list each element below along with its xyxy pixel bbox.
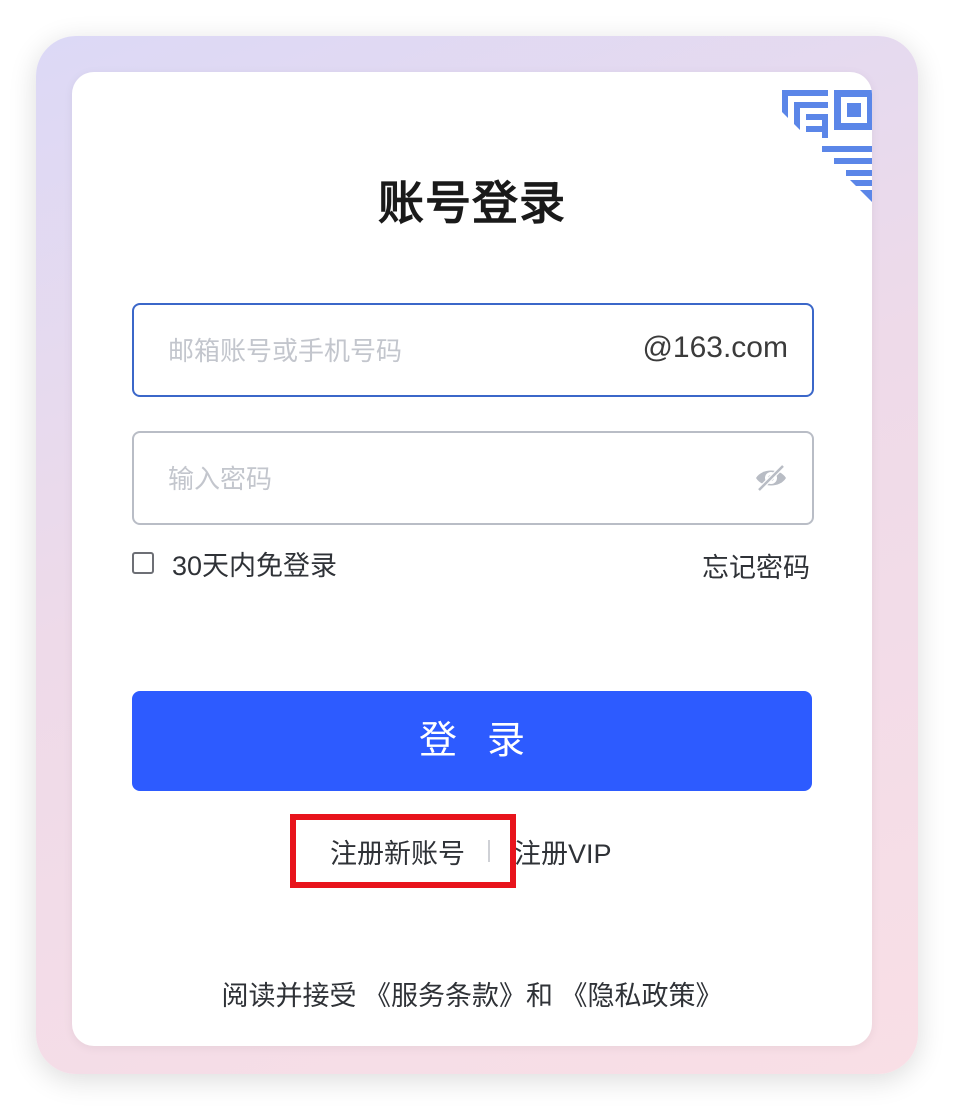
terms-of-service-link[interactable]: 《服务条款》 bbox=[364, 981, 526, 1011]
account-input[interactable] bbox=[166, 305, 630, 397]
password-input[interactable] bbox=[166, 433, 630, 525]
agreement-text: 阅读并接受 《服务条款》和 《隐私政策》 bbox=[72, 974, 872, 1013]
domain-suffix: @163.com bbox=[642, 331, 788, 364]
privacy-policy-link[interactable]: 《隐私政策》 bbox=[561, 981, 723, 1011]
remember-checkbox[interactable] bbox=[132, 552, 154, 574]
account-field[interactable]: @163.com bbox=[132, 303, 814, 397]
login-panel: 账号登录 @163.com 30天内免登录 忘记密码 登录 注册新账号 注册VI… bbox=[72, 72, 872, 1046]
eye-slash-icon[interactable] bbox=[754, 463, 788, 493]
register-vip-link[interactable]: 注册VIP bbox=[514, 832, 612, 871]
remember-login-option[interactable]: 30天内免登录 bbox=[132, 546, 338, 581]
agreement-and: 和 bbox=[526, 981, 561, 1011]
remember-label: 30天内免登录 bbox=[172, 550, 338, 581]
login-button[interactable]: 登录 bbox=[132, 691, 812, 791]
agreement-prefix: 阅读并接受 bbox=[221, 981, 364, 1011]
register-new-account-link[interactable]: 注册新账号 bbox=[330, 832, 465, 871]
password-field[interactable] bbox=[132, 431, 814, 525]
register-divider bbox=[488, 840, 490, 862]
forgot-password-link[interactable]: 忘记密码 bbox=[702, 546, 810, 585]
register-links: 注册新账号 注册VIP bbox=[72, 832, 872, 872]
page-title: 账号登录 bbox=[378, 177, 566, 229]
